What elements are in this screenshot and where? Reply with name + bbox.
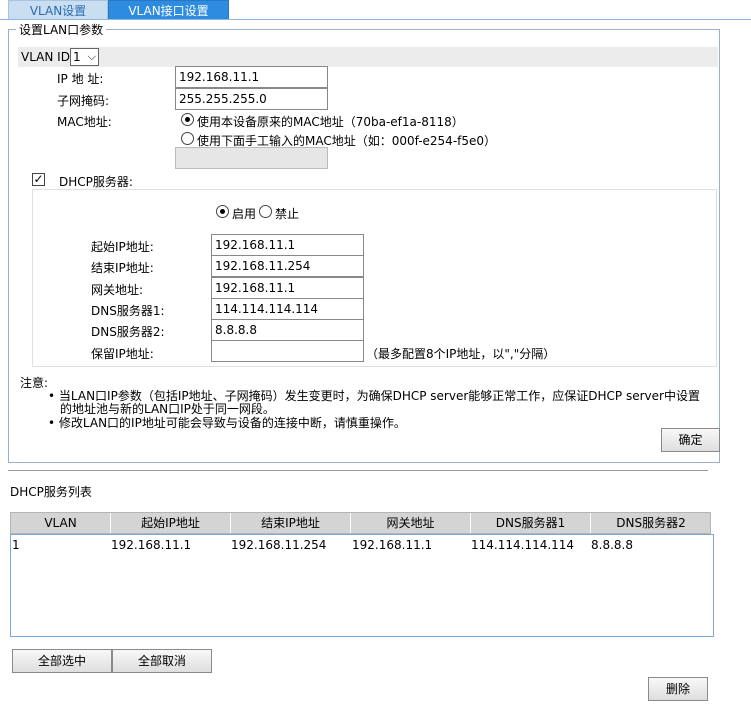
vlan-id-row <box>18 47 718 67</box>
dhcp-enable-label: 启用 <box>232 207 257 221</box>
dhcp-list-body: 1 192.168.11.1 192.168.11.254 192.168.11… <box>10 534 714 637</box>
dhcp-server-checkbox[interactable]: ✓ <box>32 173 45 186</box>
lan-settings-legend: 设置LAN口参数 <box>16 21 107 38</box>
dhcp-disable-label: 禁止 <box>275 207 300 221</box>
dhcp-list-header: VLAN 起始IP地址 结束IP地址 网关地址 DNS服务器1 DNS服务器2 <box>10 512 711 534</box>
mac-address-input[interactable] <box>175 147 328 169</box>
tab-vlan-interface-settings[interactable]: VLAN接口设置 <box>108 0 229 20</box>
cell-vlan: 1 <box>12 538 20 552</box>
check-icon: ✓ <box>33 172 44 186</box>
delete-button[interactable]: 删除 <box>648 677 708 701</box>
note-title: 注意: <box>20 376 49 390</box>
gateway-input[interactable]: 192.168.11.1 <box>211 277 364 299</box>
end-ip-label: 结束IP地址: <box>91 261 154 275</box>
dhcp-disable-radio[interactable] <box>259 205 272 218</box>
select-all-button[interactable]: 全部选中 <box>12 649 112 673</box>
column-header-dns1[interactable]: DNS服务器1 <box>471 513 591 533</box>
start-ip-label: 起始IP地址: <box>91 240 154 254</box>
cell-start-ip: 192.168.11.1 <box>111 538 192 552</box>
mac-manual-radio[interactable] <box>181 132 194 145</box>
reserved-ip-hint: （最多配置8个IP地址，以","分隔） <box>366 347 556 361</box>
vlan-id-value: 1 <box>73 50 81 64</box>
confirm-button[interactable]: 确定 <box>661 428 720 452</box>
column-header-dns2[interactable]: DNS服务器2 <box>591 513 711 533</box>
dhcp-list-title: DHCP服务列表 <box>10 485 92 499</box>
reserved-ip-label: 保留IP地址: <box>91 347 154 361</box>
tab-divider <box>0 19 751 20</box>
subnet-mask-input[interactable]: 255.255.255.0 <box>175 88 328 110</box>
vlan-id-label: VLAN ID <box>21 50 70 64</box>
cell-end-ip: 192.168.11.254 <box>231 538 327 552</box>
table-row[interactable]: 1 192.168.11.1 192.168.11.254 192.168.11… <box>11 535 713 553</box>
column-header-end-ip[interactable]: 结束IP地址 <box>231 513 351 533</box>
end-ip-input[interactable]: 192.168.11.254 <box>211 255 364 277</box>
dhcp-settings-box <box>32 189 717 367</box>
mac-address-label: MAC地址: <box>57 115 112 129</box>
chevron-down-icon: ⌵ <box>87 50 96 63</box>
ip-address-label: IP 地 址: <box>57 72 104 86</box>
dhcp-enable-radio[interactable] <box>216 205 229 218</box>
column-header-gateway[interactable]: 网关地址 <box>351 513 471 533</box>
column-header-vlan[interactable]: VLAN <box>11 513 111 533</box>
dhcp-server-label: DHCP服务器: <box>59 175 133 189</box>
dns2-label: DNS服务器2: <box>91 325 165 339</box>
column-header-start-ip[interactable]: 起始IP地址 <box>111 513 231 533</box>
dns2-input[interactable]: 8.8.8.8 <box>211 319 364 341</box>
start-ip-input[interactable]: 192.168.11.1 <box>211 234 364 256</box>
deselect-all-button[interactable]: 全部取消 <box>112 649 212 673</box>
note-line-2: • 修改LAN口的IP地址可能会导致与设备的连接中断，请慎重操作。 <box>48 416 406 430</box>
dns1-label: DNS服务器1: <box>91 304 165 318</box>
dns1-input[interactable]: 114.114.114.114 <box>211 298 364 320</box>
subnet-mask-label: 子网掩码: <box>57 94 110 108</box>
ip-address-input[interactable]: 192.168.11.1 <box>175 66 328 88</box>
cell-dns2: 8.8.8.8 <box>591 538 633 552</box>
tab-vlan-settings[interactable]: VLAN设置 <box>8 0 108 20</box>
mac-original-radio[interactable] <box>181 113 194 126</box>
cell-dns1: 114.114.114.114 <box>471 538 575 552</box>
cell-gateway: 192.168.11.1 <box>352 538 433 552</box>
reserved-ip-input[interactable] <box>211 340 364 362</box>
vlan-id-select[interactable]: 1 ⌵ <box>70 48 99 66</box>
gateway-label: 网关地址: <box>91 283 144 297</box>
section-divider <box>8 470 708 471</box>
mac-original-label: 使用本设备原来的MAC地址（70ba-ef1a-8118） <box>197 115 464 129</box>
